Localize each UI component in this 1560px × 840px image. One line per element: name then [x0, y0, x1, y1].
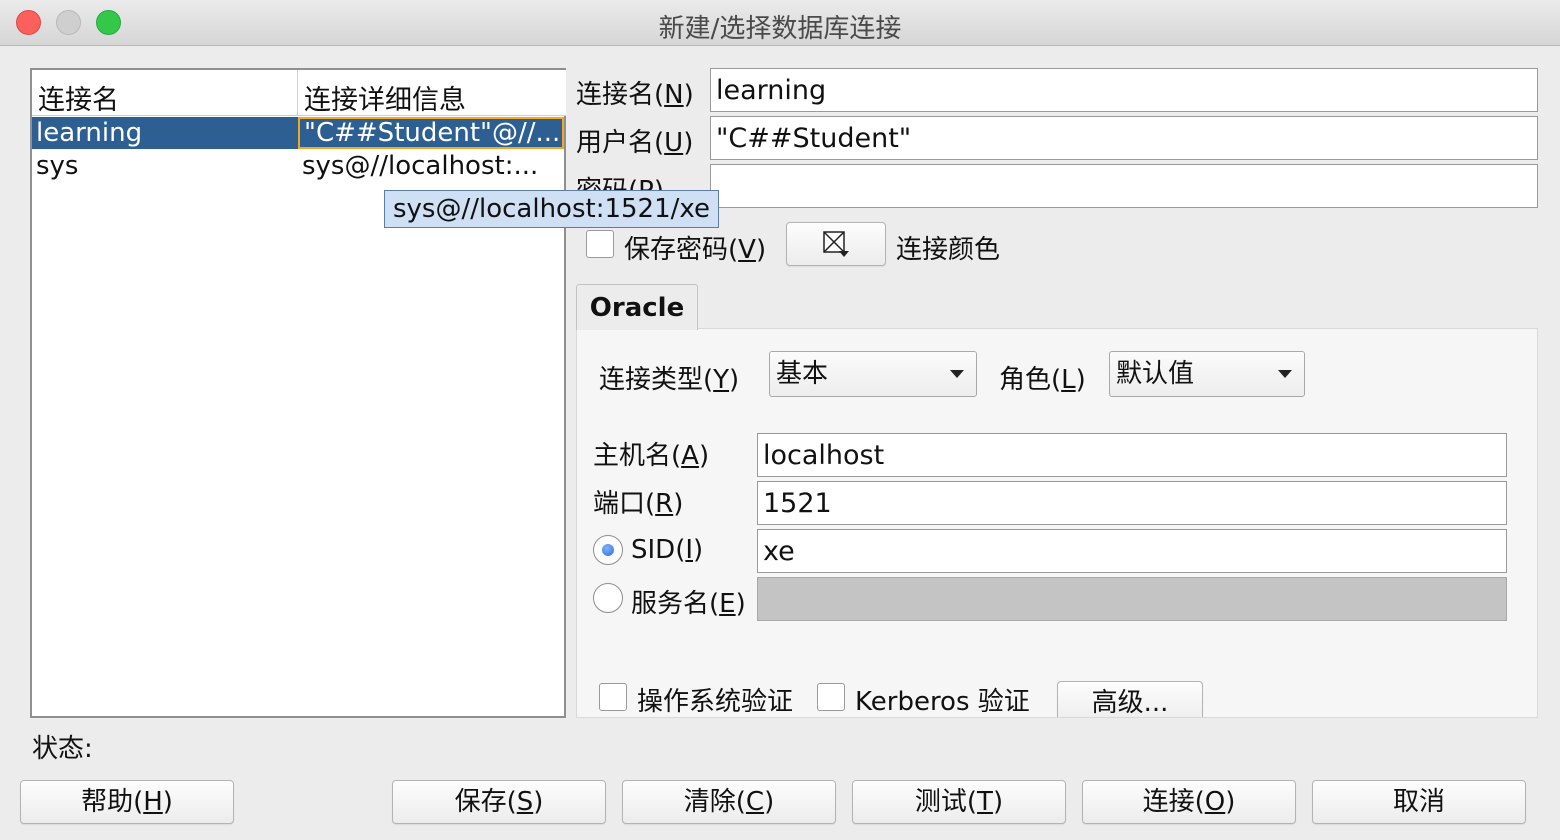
- connection-detail-tooltip: sys@//localhost:1521/xe: [384, 190, 719, 228]
- service-name-radio[interactable]: [593, 583, 623, 613]
- help-button[interactable]: 帮助(H): [20, 780, 234, 824]
- color-picker-icon: [823, 231, 849, 257]
- service-name-field: [757, 577, 1507, 621]
- service-name-label[interactable]: 服务名(E): [631, 583, 746, 620]
- window-title: 新建/选择数据库连接: [658, 14, 902, 44]
- connect-button[interactable]: 连接(O): [1082, 780, 1296, 824]
- conn-type-value: 基本: [776, 359, 829, 389]
- connection-row-detail[interactable]: sys@//localhost:...: [298, 150, 564, 182]
- conn-name-label: 连接名(N): [576, 80, 694, 110]
- kerberos-checkbox[interactable]: [817, 683, 845, 711]
- clear-button[interactable]: 清除(C): [622, 780, 836, 824]
- port-field[interactable]: [757, 481, 1507, 525]
- conn-type-label: 连接类型(Y): [599, 365, 740, 395]
- sid-field[interactable]: [757, 529, 1507, 573]
- kerberos-label[interactable]: Kerberos 验证: [855, 681, 1030, 717]
- save-password-checkbox[interactable]: [586, 230, 614, 258]
- chevron-down-icon: [950, 370, 964, 378]
- conn-color-button[interactable]: [786, 222, 886, 266]
- user-label: 用户名(U): [576, 128, 694, 158]
- password-field[interactable]: [710, 164, 1538, 208]
- status-label: 状态:: [32, 734, 93, 764]
- port-label: 端口(R): [593, 489, 684, 519]
- column-header-name[interactable]: 连接名: [32, 70, 298, 116]
- oracle-tab-panel: 连接类型(Y) 基本 角色(L) 默认值 主机名(A) 端口(R) SID(I)…: [576, 328, 1538, 718]
- role-value: 默认值: [1116, 359, 1195, 389]
- conn-color-label: 连接颜色: [896, 235, 1001, 265]
- sid-label[interactable]: SID(I): [631, 535, 703, 565]
- connection-list[interactable]: 连接名 连接详细信息 learning "C##Student"@//... s…: [30, 68, 566, 718]
- connection-row-name[interactable]: learning: [32, 117, 298, 149]
- cancel-button[interactable]: 取消: [1312, 780, 1526, 824]
- os-auth-label[interactable]: 操作系统验证: [637, 681, 793, 717]
- os-auth-checkbox[interactable]: [599, 683, 627, 711]
- host-label: 主机名(A): [593, 441, 710, 471]
- conn-type-select[interactable]: 基本: [769, 351, 977, 397]
- advanced-button[interactable]: 高级...: [1057, 681, 1203, 717]
- title-bar: 新建/选择数据库连接: [0, 0, 1560, 46]
- chevron-down-icon: [1278, 370, 1292, 378]
- role-select[interactable]: 默认值: [1109, 351, 1305, 397]
- role-label: 角色(L): [999, 365, 1086, 395]
- user-field[interactable]: [710, 116, 1538, 160]
- connection-row-name[interactable]: sys: [32, 150, 298, 182]
- conn-name-field[interactable]: [710, 68, 1538, 112]
- host-field[interactable]: [757, 433, 1507, 477]
- connection-row-detail[interactable]: "C##Student"@//...: [298, 117, 564, 149]
- tab-oracle[interactable]: Oracle: [576, 284, 698, 330]
- save-button[interactable]: 保存(S): [392, 780, 606, 824]
- column-header-detail[interactable]: 连接详细信息: [298, 70, 566, 116]
- save-password-label[interactable]: 保存密码(V): [624, 229, 766, 266]
- test-button[interactable]: 测试(T): [852, 780, 1066, 824]
- sid-radio[interactable]: [593, 535, 623, 565]
